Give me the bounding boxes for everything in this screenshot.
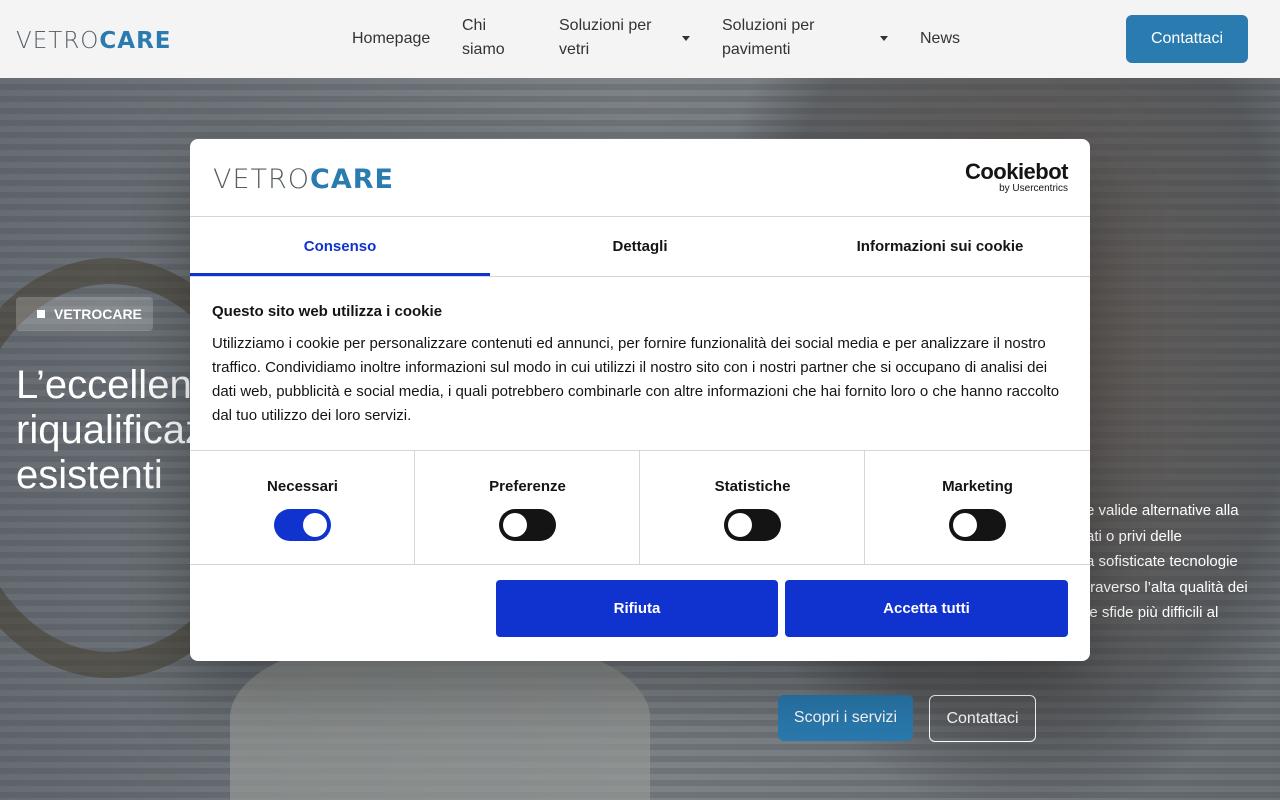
category-statistiche: Statistiche	[640, 451, 865, 564]
hero-badge-label: VETROCARE	[54, 306, 142, 322]
category-label: Marketing	[942, 478, 1013, 495]
category-label: Necessari	[267, 478, 338, 495]
toggle-necessari[interactable]	[274, 509, 331, 541]
deny-button[interactable]: Rifiuta	[496, 580, 778, 637]
cookiebot-logo-subtext: by Usercentrics	[999, 183, 1068, 194]
category-label: Preferenze	[489, 478, 566, 495]
toggle-marketing[interactable]	[949, 509, 1006, 541]
site-logo[interactable]: VETROCARE	[16, 28, 172, 53]
chevron-down-icon[interactable]	[682, 36, 690, 41]
hero-description: e valide alternative alla ati o privi de…	[1086, 502, 1248, 621]
hero-background-shape	[230, 638, 650, 800]
toggle-preferenze[interactable]	[499, 509, 556, 541]
top-navbar: VETROCARE Homepage Chi siamo Soluzioni p…	[0, 0, 1280, 78]
toggle-knob	[303, 513, 327, 537]
chevron-down-icon[interactable]	[880, 36, 888, 41]
tab-consenso[interactable]: Consenso	[190, 216, 490, 276]
cookie-consent-dialog: VETROCARE Cookiebot by Usercentrics Cons…	[190, 139, 1090, 661]
divider	[190, 276, 1090, 277]
logo-text-light: VETRO	[16, 28, 100, 54]
discover-services-button[interactable]: Scopri i servizi	[778, 695, 913, 741]
hero-badge: VETROCARE	[16, 297, 153, 331]
dialog-site-logo: VETROCARE	[213, 164, 394, 195]
category-marketing: Marketing	[865, 451, 1090, 564]
nav-chi-siamo[interactable]: Chi siamo	[462, 14, 505, 62]
cookiebot-logo-text: Cookiebot	[964, 159, 1069, 184]
consent-heading: Questo sito web utilizza i cookie	[212, 303, 443, 320]
logo-text-bold: CARE	[99, 28, 172, 54]
tab-dettagli[interactable]: Dettagli	[490, 216, 790, 276]
toggle-knob	[953, 513, 977, 537]
category-necessari: Necessari	[190, 451, 415, 564]
logo-text-light: VETRO	[213, 164, 311, 195]
accept-all-button[interactable]: Accetta tutti	[785, 580, 1068, 637]
nav-homepage[interactable]: Homepage	[352, 27, 430, 51]
nav-soluzioni-vetri[interactable]: Soluzioni per vetri	[559, 14, 652, 62]
cookiebot-logo[interactable]: Cookiebot by Usercentrics	[964, 159, 1069, 195]
logo-text-bold: CARE	[310, 164, 394, 195]
contact-button[interactable]: Contattaci	[1126, 15, 1248, 63]
hero-contact-button[interactable]: Contattaci	[929, 695, 1036, 742]
tab-informazioni[interactable]: Informazioni sui cookie	[790, 216, 1090, 276]
nav-soluzioni-pavimenti[interactable]: Soluzioni per pavimenti	[722, 14, 815, 62]
nav-news[interactable]: News	[920, 27, 960, 51]
category-label: Statistiche	[714, 478, 791, 495]
toggle-statistiche[interactable]	[724, 509, 781, 541]
toggle-knob	[503, 513, 527, 537]
consent-body-text: Utilizziamo i cookie per personalizzare …	[212, 335, 1060, 424]
toggle-knob	[728, 513, 752, 537]
category-preferenze: Preferenze	[415, 451, 640, 564]
divider	[190, 564, 1090, 565]
